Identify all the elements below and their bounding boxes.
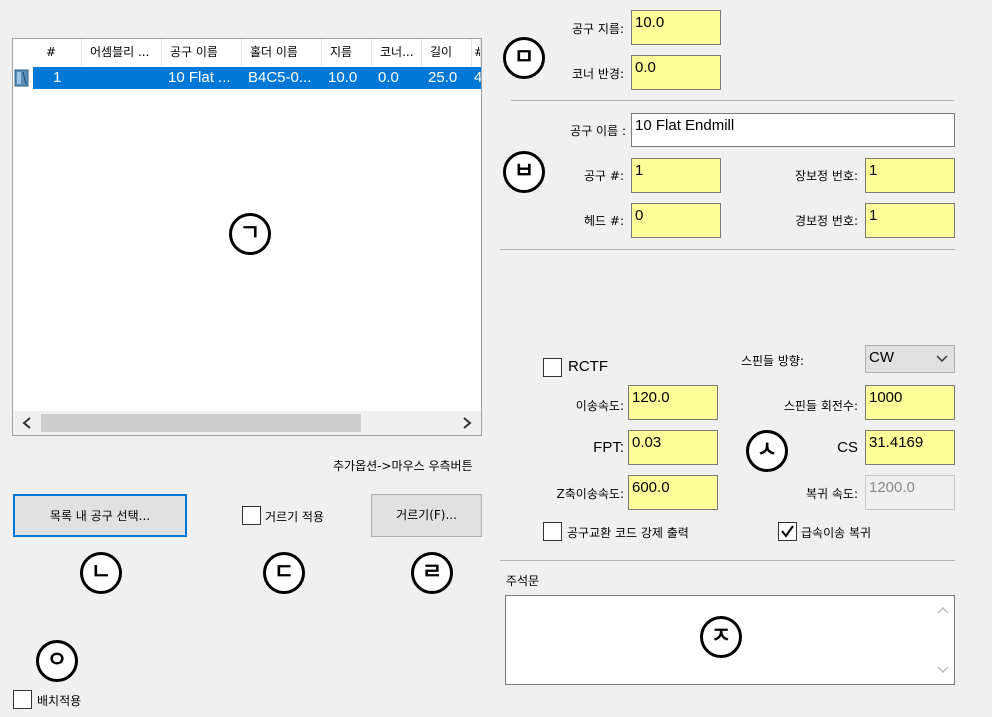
marker-jieut: ㅈ — [700, 616, 742, 658]
filter-button[interactable]: 거르기(F)... — [371, 494, 482, 537]
cell-num: 1 — [53, 69, 62, 86]
spindle-rpm-field[interactable]: 1000 — [865, 385, 955, 420]
rapid-retract-checkbox[interactable] — [778, 522, 797, 541]
rctf-checkbox[interactable] — [543, 358, 562, 377]
col-header-extra[interactable]: # — [472, 39, 481, 66]
filter-apply-label: 거르기 적용 — [265, 510, 325, 524]
chevron-down-icon — [936, 350, 948, 372]
select-tool-button[interactable]: 목록 내 공구 선택... — [13, 494, 187, 537]
marker-ieung: ㅇ — [36, 640, 78, 682]
divider — [500, 560, 955, 561]
cs-field[interactable]: 31.4169 — [865, 430, 955, 465]
fpt-label: FPT: — [593, 439, 624, 456]
rapid-retract-label: 급속이송 복귀 — [801, 526, 872, 540]
dia-offset-field[interactable]: 1 — [865, 203, 955, 238]
length-offset-field[interactable]: 1 — [865, 158, 955, 193]
col-header-diameter[interactable]: 지름 — [322, 39, 372, 66]
cs-label: CS — [837, 439, 858, 456]
cell-diameter: 10.0 — [328, 69, 358, 86]
diameter-label: 공구 지름: — [571, 22, 624, 36]
head-number-label: 헤드 #: — [584, 214, 624, 228]
spindle-direction-select[interactable]: CW — [865, 345, 955, 373]
tool-number-label: 공구 #: — [584, 169, 624, 183]
marker-rieul: ㄹ — [411, 552, 453, 594]
cell-extra: 4 — [474, 69, 481, 86]
marker-mieum: ㅁ — [503, 37, 545, 79]
diameter-field[interactable]: 10.0 — [631, 10, 721, 45]
filter-apply-checkbox[interactable] — [242, 506, 261, 525]
head-number-field[interactable]: 0 — [631, 203, 721, 238]
marker-nieun: ㄴ — [80, 552, 122, 594]
cell-assembly — [82, 67, 162, 89]
tool-list-header: # 어셈블리 ... 공구 이름 홀더 이름 지름 코너... 길이 # — [13, 39, 481, 66]
z-feedrate-field[interactable]: 600.0 — [628, 475, 718, 510]
scroll-right-arrow-icon[interactable] — [459, 414, 475, 432]
tool-name-label: 공구 이름 : — [570, 124, 626, 138]
fpt-field[interactable]: 0.03 — [628, 430, 718, 465]
feedrate-field[interactable]: 120.0 — [628, 385, 718, 420]
horizontal-scrollbar[interactable] — [13, 411, 481, 435]
table-row[interactable]: 1 10 Flat ... B4C5-0... 10.0 0.0 25.0 4 — [33, 67, 481, 89]
force-toolchange-checkbox[interactable] — [543, 522, 562, 541]
tool-row-icon — [14, 68, 32, 88]
marker-giyeok: ㄱ — [229, 213, 271, 255]
context-hint: 추가옵션->마우스 우측버튼 — [333, 459, 473, 473]
marker-digeut: ㄷ — [263, 552, 305, 594]
z-feedrate-label: Z축이송속도: — [556, 487, 624, 501]
cell-length: 25.0 — [428, 69, 458, 86]
comment-textarea[interactable]: ㅈ — [505, 595, 955, 685]
col-header-corner[interactable]: 코너... — [372, 39, 422, 66]
scroll-down-arrow-icon[interactable] — [932, 660, 954, 680]
scroll-thumb[interactable] — [41, 414, 361, 432]
retract-speed-label: 복귀 속도: — [805, 487, 858, 501]
divider — [500, 249, 955, 250]
dia-offset-label: 경보정 번호: — [794, 214, 858, 228]
divider — [511, 100, 954, 101]
retract-speed-field: 1200.0 — [865, 475, 955, 510]
rctf-label: RCTF — [568, 358, 608, 375]
cell-tool-name: 10 Flat ... — [168, 69, 231, 86]
checkmark-icon — [781, 525, 794, 538]
marker-siot: ㅅ — [746, 430, 788, 472]
tool-name-field[interactable]: 10 Flat Endmill — [631, 113, 955, 147]
spindle-rpm-label: 스핀들 회전수: — [783, 399, 858, 413]
col-header-assembly[interactable]: 어셈블리 ... — [82, 39, 162, 66]
batch-apply-label: 배치적용 — [37, 694, 82, 708]
feedrate-label: 이송속도: — [575, 399, 624, 413]
batch-apply-checkbox[interactable] — [13, 690, 32, 709]
scroll-up-arrow-icon[interactable] — [932, 600, 954, 620]
spindle-direction-label: 스핀들 방향: — [740, 354, 804, 368]
scroll-left-arrow-icon[interactable] — [19, 414, 35, 432]
cell-holder: B4C5-0... — [248, 69, 312, 86]
comment-label: 주석문 — [506, 574, 540, 588]
col-header-tool-name[interactable]: 공구 이름 — [162, 39, 242, 66]
tool-list[interactable]: # 어셈블리 ... 공구 이름 홀더 이름 지름 코너... 길이 # 1 1… — [12, 38, 482, 436]
col-header-num[interactable]: # — [38, 39, 82, 66]
corner-radius-field[interactable]: 0.0 — [631, 55, 721, 90]
marker-bieup: ㅂ — [503, 151, 545, 193]
length-offset-label: 장보정 번호: — [794, 169, 858, 183]
comment-scrollbar[interactable] — [932, 596, 954, 684]
cell-corner: 0.0 — [378, 69, 399, 86]
spindle-direction-value: CW — [869, 349, 894, 366]
corner-radius-label: 코너 반경: — [571, 67, 624, 81]
col-header-holder[interactable]: 홀더 이름 — [242, 39, 322, 66]
tool-number-field[interactable]: 1 — [631, 158, 721, 193]
col-header-length[interactable]: 길이 — [422, 39, 472, 66]
force-toolchange-label: 공구교환 코드 강제 출력 — [567, 526, 689, 540]
